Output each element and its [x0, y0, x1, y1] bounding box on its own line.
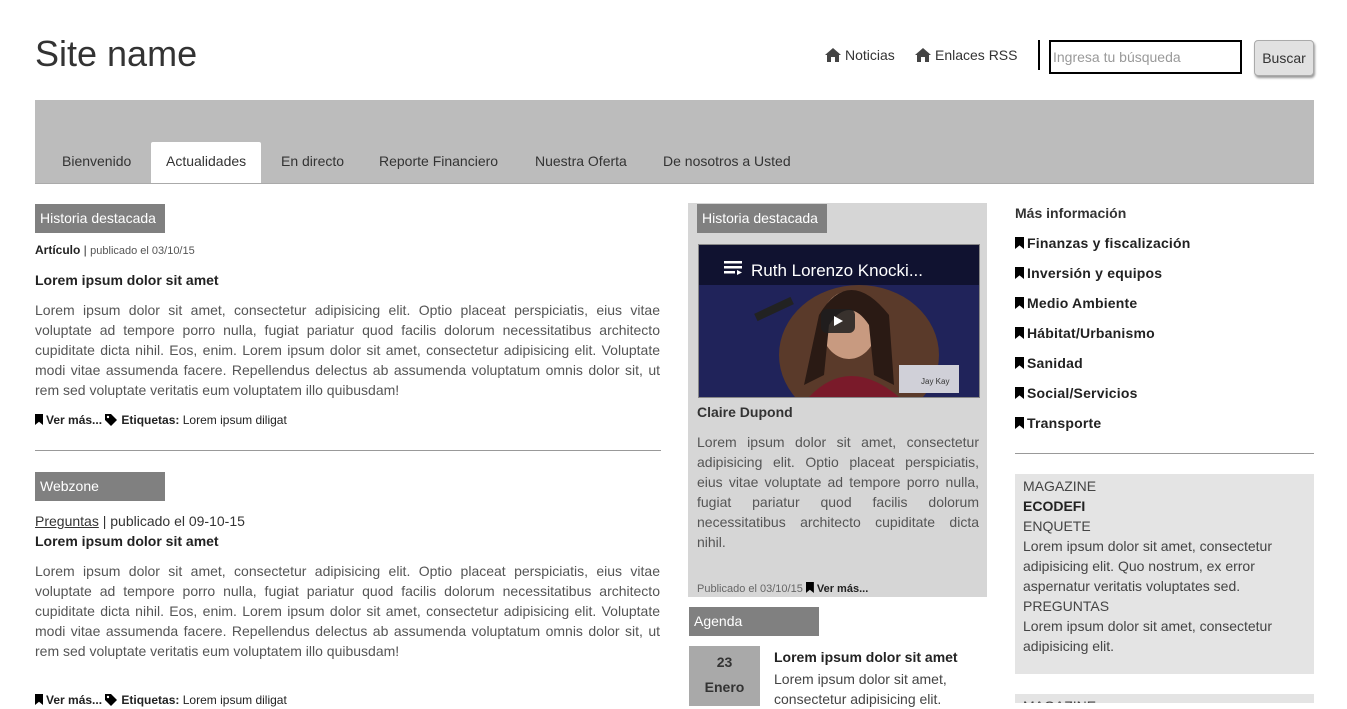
- home-icon: [915, 48, 931, 62]
- webzone-badge: Webzone: [35, 472, 165, 501]
- featured-badge: Historia destacada: [35, 204, 165, 233]
- tags-label: Etiquetas:: [121, 413, 180, 427]
- agenda-title[interactable]: Lorem ipsum dolor sit amet: [774, 649, 958, 665]
- bookmark-icon: [1015, 327, 1024, 339]
- agenda-month: Enero: [704, 679, 745, 695]
- published-date: | publicado el 09-10-15: [98, 513, 245, 529]
- playlist-icon: [724, 261, 742, 275]
- webzone-title[interactable]: Lorem ipsum dolor sit amet: [35, 533, 219, 549]
- divider: [35, 450, 661, 451]
- site-name[interactable]: Site name: [35, 34, 197, 74]
- magazine-section: ENQUETE: [1023, 518, 1091, 534]
- read-more-link[interactable]: Ver más...: [817, 583, 868, 595]
- magazine-section: PREGUNTAS: [1023, 598, 1110, 614]
- home-icon: [825, 48, 841, 62]
- article-type: Artículo: [35, 243, 81, 257]
- tag-icon: [105, 414, 118, 426]
- more-info-label: Inversión y equipos: [1027, 265, 1163, 281]
- video-player[interactable]: Ruth Lorenzo Knocki... Jay Kay: [698, 244, 980, 398]
- meta-separator: |: [80, 243, 91, 257]
- bookmark-icon: [1015, 267, 1024, 279]
- more-info-heading: Más información: [1015, 205, 1127, 221]
- magazine-text: Lorem ipsum dolor sit amet, consectetur …: [1023, 538, 1272, 594]
- nav-link-rss[interactable]: Enlaces RSS: [915, 47, 1017, 63]
- play-button[interactable]: [821, 309, 855, 333]
- more-info-label: Medio Ambiente: [1027, 295, 1138, 311]
- agenda-date: 23 Enero: [689, 646, 760, 706]
- bookmark-icon: [1015, 387, 1024, 399]
- featured-footer: Ver más... Etiquetas: Lorem ipsum diliga…: [35, 413, 287, 427]
- video-title[interactable]: Ruth Lorenzo Knocki...: [751, 261, 923, 281]
- webzone-meta: Preguntas | publicado el 09-10-15: [35, 513, 245, 529]
- bookmark-icon: [1015, 417, 1024, 429]
- featured-video-body: Lorem ipsum dolor sit amet, consectetur …: [697, 434, 979, 550]
- more-info-label: Finanzas y fiscalización: [1027, 235, 1191, 251]
- featured-meta: Artículo | publicado el 03/10/15: [35, 243, 195, 257]
- read-more-link[interactable]: Ver más...: [46, 693, 102, 707]
- nav-link-label: Enlaces RSS: [935, 47, 1018, 63]
- bookmark-icon: [35, 694, 43, 705]
- bookmark-icon: [35, 414, 43, 425]
- more-info-label: Hábitat/Urbanismo: [1027, 325, 1155, 341]
- more-info-list: Finanzas y fiscalización Inversión y equ…: [1015, 235, 1191, 445]
- magazine-label: MAGAZINE: [1015, 694, 1314, 703]
- featured-title[interactable]: Lorem ipsum dolor sit amet: [35, 272, 219, 288]
- tab-en-directo[interactable]: En directo: [281, 142, 344, 183]
- more-info-label: Transporte: [1027, 415, 1102, 431]
- magazine-name[interactable]: ECODEFI: [1023, 496, 1306, 516]
- more-info-item[interactable]: Hábitat/Urbanismo: [1015, 325, 1191, 355]
- more-info-label: Social/Servicios: [1027, 385, 1138, 401]
- tags-value[interactable]: Lorem ipsum diligat: [183, 693, 287, 707]
- more-info-item[interactable]: Social/Servicios: [1015, 385, 1191, 415]
- search-button[interactable]: Buscar: [1254, 40, 1314, 76]
- published-date: publicado el 03/10/15: [90, 245, 195, 257]
- more-info-item[interactable]: Transporte: [1015, 415, 1191, 445]
- more-info-item[interactable]: Finanzas y fiscalización: [1015, 235, 1191, 265]
- webzone-footer: Ver más... Etiquetas: Lorem ipsum diliga…: [35, 693, 287, 707]
- magazine-card: MAGAZINE: [1015, 694, 1314, 703]
- main-navbar: Bienvenido Actualidades En directo Repor…: [35, 100, 1314, 184]
- tags-value[interactable]: Lorem ipsum diligat: [183, 413, 287, 427]
- magazine-text: Lorem ipsum dolor sit amet, consectetur …: [1023, 618, 1272, 654]
- tab-de-nosotros[interactable]: De nosotros a Usted: [663, 142, 791, 183]
- agenda-day: 23: [716, 654, 733, 670]
- tag-icon: [105, 694, 118, 706]
- nav-link-noticias[interactable]: Noticias: [825, 47, 895, 63]
- magazine-label: MAGAZINE: [1023, 478, 1097, 494]
- bookmark-icon: [1015, 237, 1024, 249]
- more-info-item[interactable]: Medio Ambiente: [1015, 295, 1191, 325]
- more-info-label: Sanidad: [1027, 355, 1083, 371]
- bookmark-icon: [805, 582, 814, 593]
- tab-nuestra-oferta[interactable]: Nuestra Oferta: [535, 142, 627, 183]
- featured-badge: Historia destacada: [697, 204, 827, 233]
- more-info-item[interactable]: Inversión y equipos: [1015, 265, 1191, 295]
- webzone-body: Lorem ipsum dolor sit amet, consectetur …: [35, 563, 660, 659]
- play-icon: [834, 316, 843, 326]
- tags-label: Etiquetas:: [121, 693, 180, 707]
- tab-actualidades[interactable]: Actualidades: [151, 142, 262, 183]
- agenda-badge: Agenda: [689, 607, 819, 636]
- agenda-body: Lorem ipsum dolor sit amet, consectetur …: [774, 671, 947, 707]
- tab-reporte-financiero[interactable]: Reporte Financiero: [379, 142, 498, 183]
- search-input[interactable]: [1049, 40, 1242, 74]
- bookmark-icon: [1015, 297, 1024, 309]
- video-caption: Jay Kay: [921, 377, 950, 386]
- featured-video-footer: Publicado el 03/10/15 Ver más...: [697, 582, 868, 595]
- search-divider: [1038, 40, 1040, 70]
- bookmark-icon: [1015, 357, 1024, 369]
- category-link[interactable]: Preguntas: [35, 513, 99, 529]
- nav-link-label: Noticias: [845, 47, 895, 63]
- author-name[interactable]: Claire Dupond: [697, 404, 793, 420]
- tab-bienvenido[interactable]: Bienvenido: [62, 142, 131, 183]
- featured-body: Lorem ipsum dolor sit amet, consectetur …: [35, 302, 660, 398]
- more-info-item[interactable]: Sanidad: [1015, 355, 1191, 385]
- read-more-link[interactable]: Ver más...: [46, 413, 102, 427]
- published-date: Publicado el 03/10/15: [697, 583, 803, 595]
- divider: [1015, 453, 1314, 454]
- magazine-card: MAGAZINE ECODEFI ENQUETE Lorem ipsum dol…: [1015, 474, 1314, 674]
